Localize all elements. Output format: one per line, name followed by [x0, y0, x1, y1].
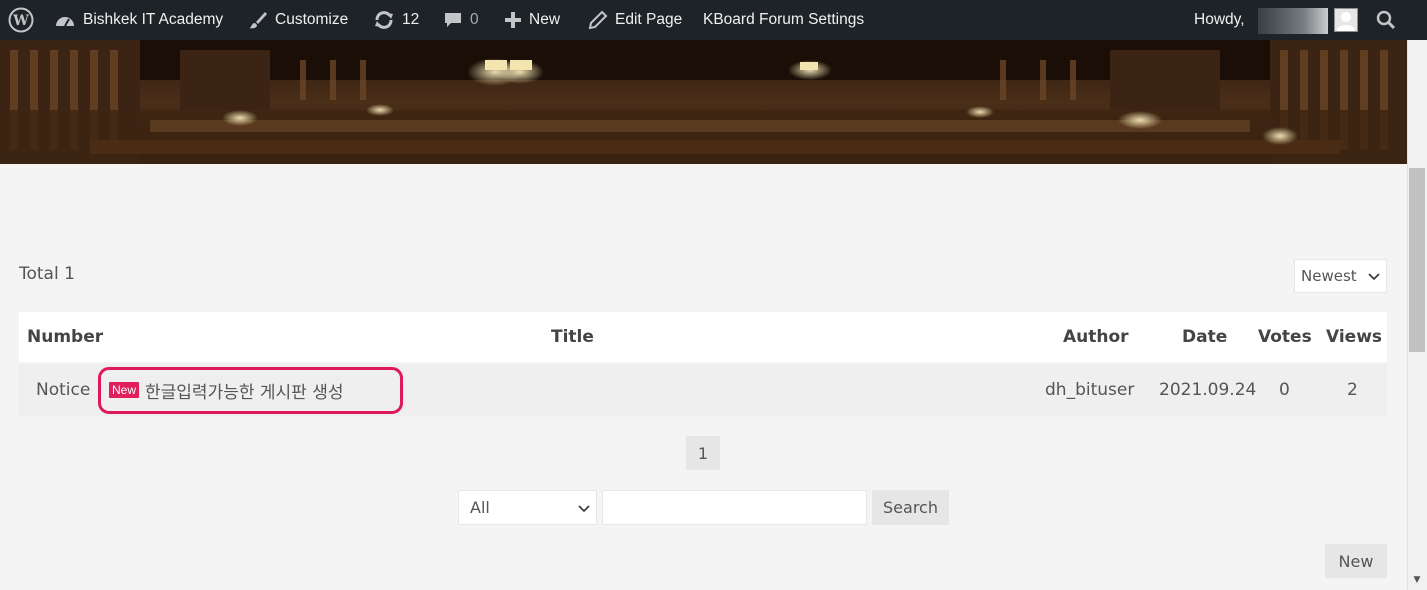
header-banner-image: [0, 40, 1407, 164]
search-input[interactable]: [602, 490, 867, 525]
svg-text:W: W: [12, 13, 29, 29]
column-author: Author: [1063, 327, 1129, 347]
redacted-username: [1258, 8, 1328, 34]
highlight-annotation: [98, 367, 403, 414]
updates-count: 12: [402, 11, 420, 28]
column-views: Views: [1326, 327, 1383, 347]
edit-page-label: Edit Page: [615, 11, 683, 28]
pencil-icon: [588, 10, 608, 30]
row-number: Notice: [36, 380, 91, 400]
chevron-down-icon: [1368, 267, 1380, 285]
new-label: New: [529, 11, 561, 28]
sort-select[interactable]: Newest: [1294, 259, 1387, 293]
search-button[interactable]: Search: [872, 490, 949, 525]
row-votes: 0: [1279, 380, 1290, 400]
dashboard-icon: [54, 11, 76, 29]
customize-link[interactable]: Customize: [248, 0, 348, 40]
column-title: Title: [551, 327, 594, 347]
sort-selected-value: Newest: [1301, 267, 1357, 285]
site-name: Bishkek IT Academy: [83, 11, 224, 28]
site-name-menu[interactable]: Bishkek IT Academy: [54, 0, 223, 40]
scrollbar-thumb[interactable]: [1409, 168, 1425, 352]
column-votes: Votes: [1258, 327, 1312, 347]
column-date: Date: [1182, 327, 1228, 347]
avatar[interactable]: [1334, 8, 1358, 32]
comments-link[interactable]: 0: [443, 0, 479, 40]
column-number: Number: [27, 327, 104, 347]
total-count: Total 1: [19, 264, 75, 284]
wordpress-logo-icon[interactable]: W: [8, 0, 34, 40]
search-icon[interactable]: [1376, 0, 1396, 40]
updates-icon: [373, 10, 395, 30]
table-header: Number Title Author Date Votes Views: [19, 312, 1387, 362]
kboard-settings-label: KBoard Forum Settings: [703, 11, 865, 28]
row-author: dh_bituser: [1045, 380, 1135, 400]
customize-label: Customize: [275, 11, 349, 28]
howdy-label: Howdy,: [1194, 11, 1245, 28]
scroll-down-arrow-icon[interactable]: ▼: [1411, 574, 1423, 586]
chevron-down-icon: [578, 498, 590, 517]
comment-icon: [443, 10, 463, 30]
kboard-settings-link[interactable]: KBoard Forum Settings: [703, 0, 864, 40]
paintbrush-icon: [248, 10, 268, 30]
pagination-page-1[interactable]: 1: [686, 436, 720, 470]
new-post-button[interactable]: New: [1325, 544, 1387, 578]
account-menu[interactable]: Howdy,: [1194, 0, 1245, 40]
admin-bar: W Bishkek IT Academy Customize 12 0 New: [0, 0, 1427, 40]
row-date: 2021.09.24: [1159, 380, 1257, 400]
row-views: 2: [1347, 380, 1358, 400]
edit-page-link[interactable]: Edit Page: [588, 0, 682, 40]
search-field-selected: All: [470, 498, 490, 517]
search-field-select[interactable]: All: [458, 490, 597, 525]
comments-count: 0: [470, 11, 479, 28]
plus-icon: [504, 11, 522, 29]
new-content-menu[interactable]: New: [504, 0, 560, 40]
updates-link[interactable]: 12: [373, 0, 419, 40]
